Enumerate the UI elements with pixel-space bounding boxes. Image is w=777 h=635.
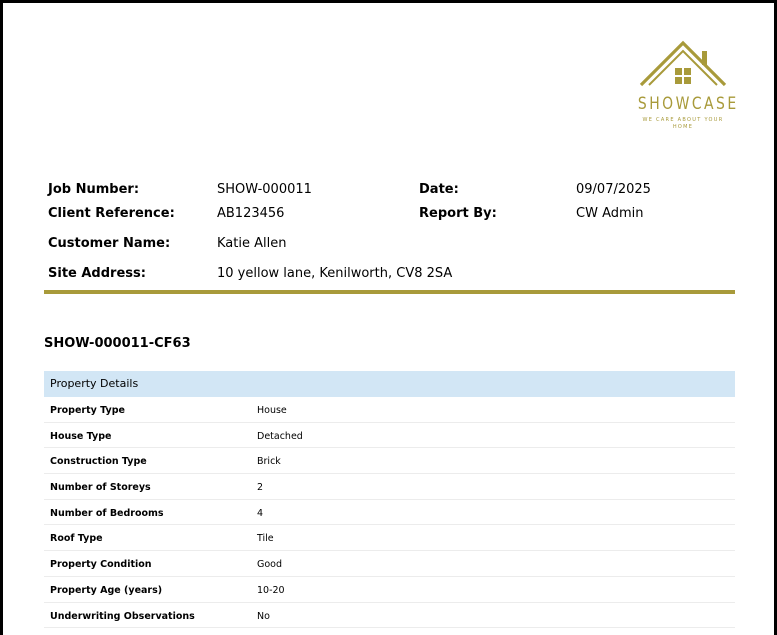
showcase-logo: SHOWCASE WE CARE ABOUT YOUR HOME bbox=[628, 37, 738, 147]
property-details-heading: Property Details bbox=[44, 371, 735, 397]
row-value: Tile bbox=[257, 533, 274, 545]
customer-value: Katie Allen bbox=[217, 236, 287, 251]
row-value: Detached bbox=[257, 430, 303, 442]
date-value: 09/07/2025 bbox=[576, 182, 651, 197]
date-label: Date: bbox=[419, 182, 459, 197]
property-details-table: Property Details Property Type House House… bbox=[44, 371, 735, 629]
row-value: House bbox=[257, 405, 287, 416]
row-label: Underwriting Observations bbox=[50, 610, 195, 622]
row-value: No bbox=[257, 610, 270, 622]
table-row: Property Age (years) 10-20 bbox=[44, 577, 735, 603]
report-reference: SHOW-000011-CF63 bbox=[44, 336, 191, 351]
row-label: Property Age (years) bbox=[50, 584, 163, 596]
table-row: Property Type House bbox=[44, 397, 735, 423]
client-ref-label: Client Reference: bbox=[48, 206, 175, 221]
table-row: Number of Storeys 2 bbox=[44, 474, 735, 500]
property-details-rows: Property Type House House Type Detached Cons… bbox=[44, 397, 735, 629]
client-ref-value: AB123456 bbox=[217, 206, 285, 221]
table-row: Underwriting Observations No bbox=[44, 603, 735, 629]
job-number-row: Job Number: SHOW-000011 Date: 09/07/2025 bbox=[48, 182, 738, 202]
brand-tagline: WE CARE ABOUT YOUR HOME bbox=[642, 117, 724, 130]
client-ref-row: Client Reference: AB123456 Report By: CW… bbox=[48, 206, 738, 226]
row-value: 4 bbox=[257, 507, 264, 519]
table-row: Construction Type Brick bbox=[44, 448, 735, 475]
row-label: Property Type bbox=[50, 405, 125, 416]
report-by-value: CW Admin bbox=[576, 206, 644, 221]
site-address-row: Site Address: 10 yellow lane, Kenilworth… bbox=[48, 266, 738, 286]
house-logo-icon bbox=[639, 40, 727, 87]
row-label: Number of Bedrooms bbox=[50, 507, 164, 519]
report-page: SHOWCASE WE CARE ABOUT YOUR HOME Job Num… bbox=[3, 3, 774, 635]
row-value: 10-20 bbox=[257, 584, 285, 596]
row-value: Brick bbox=[257, 456, 281, 468]
gold-divider bbox=[44, 290, 735, 294]
row-label: Number of Storeys bbox=[50, 482, 151, 494]
row-value: Good bbox=[257, 559, 283, 571]
table-row: Roof Type Tile bbox=[44, 525, 735, 552]
table-row: Property Condition Good bbox=[44, 551, 735, 577]
report-by-label: Report By: bbox=[419, 206, 497, 221]
job-number-value: SHOW-000011 bbox=[217, 182, 312, 197]
table-row: House Type Detached bbox=[44, 423, 735, 449]
site-address-value: 10 yellow lane, Kenilworth, CV8 2SA bbox=[217, 266, 453, 281]
row-label: Property Condition bbox=[50, 559, 152, 571]
customer-label: Customer Name: bbox=[48, 236, 171, 251]
row-value: 2 bbox=[257, 482, 264, 494]
row-label: House Type bbox=[50, 430, 112, 442]
row-label: Construction Type bbox=[50, 456, 147, 468]
site-address-label: Site Address: bbox=[48, 266, 146, 281]
table-row: Number of Bedrooms 4 bbox=[44, 500, 735, 526]
job-number-label: Job Number: bbox=[48, 182, 140, 197]
row-label: Roof Type bbox=[50, 533, 103, 545]
brand-name: SHOWCASE bbox=[637, 94, 739, 114]
customer-row: Customer Name: Katie Allen bbox=[48, 236, 738, 256]
